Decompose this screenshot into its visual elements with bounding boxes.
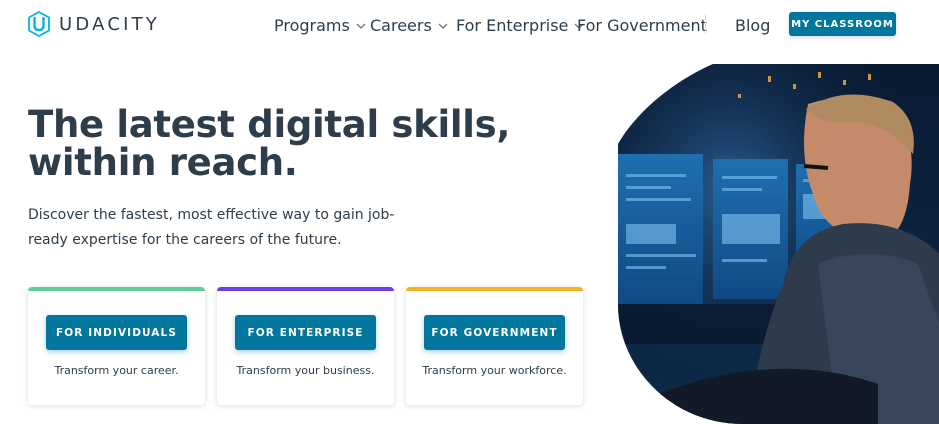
nav-for-enterprise[interactable]: For Enterprise — [456, 16, 584, 35]
nav-programs-label: Programs — [274, 16, 350, 35]
hero-headline-line2: within reach. — [28, 141, 298, 184]
card-accent-bar — [217, 287, 394, 291]
nav-for-government[interactable]: For Government — [577, 16, 707, 35]
nav-divider — [705, 14, 706, 34]
card-government: FOR GOVERNMENT Transform your workforce. — [406, 287, 583, 405]
site-header: UDACITY Programs Careers For Enterprise … — [0, 0, 939, 50]
card-caption: Transform your business. — [236, 364, 375, 377]
hero-image — [618, 64, 939, 424]
hero-headline: The latest digital skills, within reach. — [28, 106, 510, 182]
card-accent-bar — [28, 287, 205, 291]
udacity-logo[interactable]: UDACITY — [28, 11, 160, 37]
for-individuals-button[interactable]: FOR INDIVIDUALS — [46, 315, 187, 350]
card-caption: Transform your career. — [54, 364, 179, 377]
nav-for-enterprise-label: For Enterprise — [456, 16, 569, 35]
nav-careers[interactable]: Careers — [370, 16, 448, 35]
card-accent-bar — [406, 287, 583, 291]
card-enterprise: FOR ENTERPRISE Transform your business. — [217, 287, 394, 405]
card-caption: Transform your workforce. — [422, 364, 567, 377]
chevron-down-icon — [438, 23, 448, 29]
for-enterprise-button[interactable]: FOR ENTERPRISE — [235, 315, 376, 350]
nav-blog-label: Blog — [735, 16, 771, 35]
brand-name: UDACITY — [59, 13, 160, 35]
my-classroom-button[interactable]: MY CLASSROOM — [789, 12, 896, 36]
nav-blog[interactable]: Blog — [735, 16, 770, 35]
chevron-down-icon — [356, 23, 366, 29]
udacity-logo-icon — [28, 11, 50, 37]
hero-subtext: Discover the fastest, most effective way… — [28, 207, 395, 248]
nav-for-government-label: For Government — [577, 16, 707, 35]
nav-careers-label: Careers — [370, 16, 432, 35]
nav-programs[interactable]: Programs — [274, 16, 366, 35]
for-government-button[interactable]: FOR GOVERNMENT — [424, 315, 565, 350]
card-individuals: FOR INDIVIDUALS Transform your career. — [28, 287, 205, 405]
hero-headline-line1: The latest digital skills, — [28, 103, 511, 146]
